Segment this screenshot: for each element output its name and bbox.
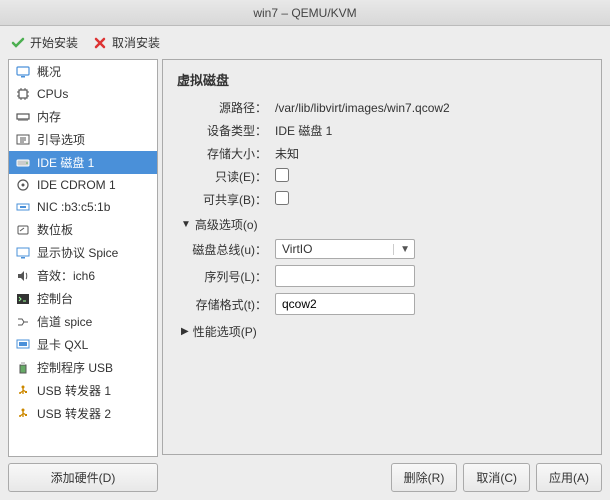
- sidebar-item-5[interactable]: IDE CDROM 1: [9, 174, 157, 196]
- cpu-icon: [15, 86, 31, 102]
- sidebar-item-label: 数位板: [37, 221, 73, 238]
- bus-value: VirtIO: [282, 242, 393, 256]
- chevron-down-icon: ▼: [393, 244, 410, 255]
- sidebar-item-label: USB 转发器 1: [37, 382, 111, 399]
- sidebar-item-8[interactable]: 显示协议 Spice: [9, 241, 157, 264]
- sidebar-item-label: IDE CDROM 1: [37, 178, 116, 192]
- window-titlebar: win7 – QEMU/KVM: [0, 0, 610, 26]
- cancel-install-label: 取消安装: [112, 34, 160, 51]
- channel-icon: [15, 314, 31, 330]
- serial-input[interactable]: [275, 265, 415, 287]
- usbredir-icon: [15, 406, 31, 422]
- footer: 删除(R) 取消(C) 应用(A): [162, 455, 602, 492]
- advanced-expander[interactable]: ▼ 高级选项(o): [181, 216, 587, 233]
- console-icon: [15, 291, 31, 307]
- panel-title: 虚拟磁盘: [177, 70, 587, 89]
- add-hardware-button[interactable]: 添加硬件(D): [8, 463, 158, 492]
- usb-icon: [15, 360, 31, 376]
- sidebar-item-0[interactable]: 概况: [9, 60, 157, 83]
- sidebar-item-label: 控制台: [37, 290, 73, 307]
- readonly-checkbox[interactable]: [275, 168, 289, 182]
- sidebar-item-7[interactable]: 数位板: [9, 218, 157, 241]
- sidebar-item-11[interactable]: 信道 spice: [9, 310, 157, 333]
- sidebar-item-4[interactable]: IDE 磁盘 1: [9, 151, 157, 174]
- sidebar-item-label: 信道 spice: [37, 313, 92, 330]
- display-icon: [15, 245, 31, 261]
- add-hardware-label: 添加硬件(D): [51, 471, 116, 485]
- sidebar-item-9[interactable]: 音效：ich6: [9, 264, 157, 287]
- sidebar: 概况 CPUs 内存引导选项 IDE 磁盘 1 IDE CDROM 1 NIC :b3:c…: [8, 59, 158, 492]
- sidebar-item-label: 内存: [37, 108, 61, 125]
- sidebar-item-15[interactable]: USB 转发器 2: [9, 402, 157, 425]
- sidebar-item-12[interactable]: 显卡 QXL: [9, 333, 157, 356]
- toolbar: 开始安装 取消安装: [0, 26, 610, 59]
- window-title: win7 – QEMU/KVM: [253, 6, 356, 20]
- sidebar-item-label: 显卡 QXL: [37, 336, 88, 353]
- source-value: /var/lib/libvirt/images/win7.qcow2: [275, 101, 587, 115]
- cancel-button[interactable]: 取消(C): [463, 463, 530, 492]
- memory-icon: [15, 109, 31, 125]
- tablet-icon: [15, 222, 31, 238]
- monitor-icon: [15, 64, 31, 80]
- usbredir-icon: [15, 383, 31, 399]
- begin-install-button[interactable]: 开始安装: [10, 34, 78, 51]
- sidebar-item-label: NIC :b3:c5:1b: [37, 200, 110, 214]
- cross-icon: [92, 35, 108, 51]
- cdrom-icon: [15, 177, 31, 193]
- format-input[interactable]: [275, 293, 415, 315]
- sidebar-item-label: 引导选项: [37, 131, 85, 148]
- sidebar-item-label: USB 转发器 2: [37, 405, 111, 422]
- sound-icon: [15, 268, 31, 284]
- sidebar-item-label: 显示协议 Spice: [37, 244, 118, 261]
- sidebar-item-3[interactable]: 引导选项: [9, 128, 157, 151]
- size-value: 未知: [275, 145, 587, 162]
- readonly-label: 只读(E)：: [177, 168, 267, 185]
- begin-install-label: 开始安装: [30, 34, 78, 51]
- sidebar-item-label: CPUs: [37, 87, 68, 101]
- sidebar-item-label: 控制程序 USB: [37, 359, 113, 376]
- check-icon: [10, 35, 26, 51]
- boot-icon: [15, 132, 31, 148]
- performance-label: 性能选项(P): [193, 323, 257, 340]
- sidebar-item-2[interactable]: 内存: [9, 105, 157, 128]
- device-type-label: 设备类型：: [177, 122, 267, 139]
- shareable-label: 可共享(B)：: [177, 191, 267, 208]
- bus-label: 磁盘总线(u)：: [177, 241, 267, 258]
- cancel-install-button[interactable]: 取消安装: [92, 34, 160, 51]
- details-panel: 虚拟磁盘 源路径： /var/lib/libvirt/images/win7.q…: [162, 59, 602, 455]
- sidebar-item-1[interactable]: CPUs: [9, 83, 157, 105]
- sidebar-item-label: 概况: [37, 63, 61, 80]
- nic-icon: [15, 199, 31, 215]
- sidebar-item-label: IDE 磁盘 1: [37, 154, 94, 171]
- performance-expander[interactable]: ▶ 性能选项(P): [181, 323, 587, 340]
- expander-down-icon: ▼: [181, 219, 191, 230]
- format-label: 存储格式(t)：: [177, 296, 267, 313]
- video-icon: [15, 337, 31, 353]
- advanced-label: 高级选项(o): [195, 216, 258, 233]
- shareable-checkbox[interactable]: [275, 191, 289, 205]
- apply-button[interactable]: 应用(A): [536, 463, 602, 492]
- disk-icon: [15, 155, 31, 171]
- sidebar-item-14[interactable]: USB 转发器 1: [9, 379, 157, 402]
- source-label: 源路径：: [177, 99, 267, 116]
- device-type-value: IDE 磁盘 1: [275, 122, 587, 139]
- sidebar-item-10[interactable]: 控制台: [9, 287, 157, 310]
- serial-label: 序列号(L)：: [177, 268, 267, 285]
- expander-right-icon: ▶: [181, 326, 189, 337]
- sidebar-item-6[interactable]: NIC :b3:c5:1b: [9, 196, 157, 218]
- sidebar-item-13[interactable]: 控制程序 USB: [9, 356, 157, 379]
- hardware-list[interactable]: 概况 CPUs 内存引导选项 IDE 磁盘 1 IDE CDROM 1 NIC :b3:c…: [8, 59, 158, 457]
- sidebar-item-label: 音效：ich6: [37, 267, 95, 284]
- size-label: 存储大小：: [177, 145, 267, 162]
- remove-button[interactable]: 删除(R): [391, 463, 458, 492]
- bus-combo[interactable]: VirtIO ▼: [275, 239, 415, 259]
